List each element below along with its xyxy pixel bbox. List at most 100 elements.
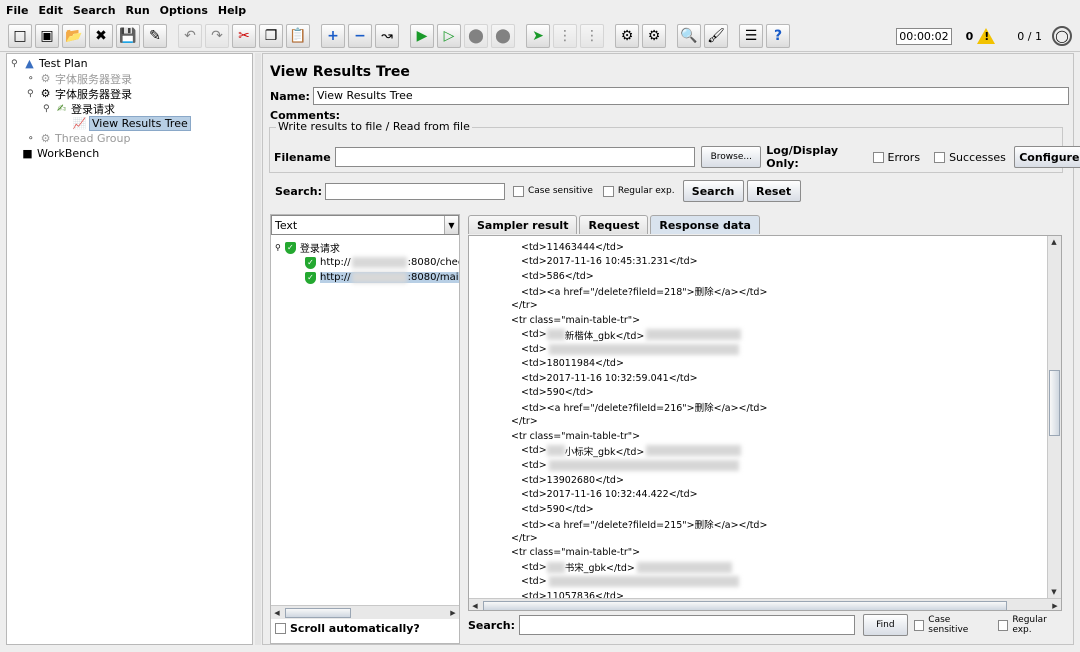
paste-icon[interactable]: 📋 xyxy=(286,23,310,48)
case-sensitive-checkbox[interactable]: Case sensitive xyxy=(512,185,593,197)
scroll-automatically-checkbox[interactable]: Scroll automatically? xyxy=(275,622,420,635)
results-hscrollbar[interactable]: ◀ ▶ xyxy=(271,605,459,619)
reset-button[interactable]: Reset xyxy=(746,180,801,202)
scroll-down-icon[interactable]: ▼ xyxy=(1048,586,1060,598)
checkbox-label: Successes xyxy=(949,150,1006,164)
browse-button[interactable]: Browse... xyxy=(701,146,762,168)
menu-file[interactable]: File xyxy=(6,4,29,17)
scroll-thumb[interactable] xyxy=(1049,370,1060,436)
renderer-select[interactable]: Text ▼ xyxy=(271,215,459,235)
response-line: <td><a href="/delete?fileId=216">删除</a><… xyxy=(521,403,768,415)
find-button[interactable]: Find xyxy=(862,614,908,636)
chevron-down-icon[interactable]: ▼ xyxy=(444,216,458,234)
search-input[interactable] xyxy=(324,182,505,200)
tree-node-workbench[interactable]: ■ WorkBench xyxy=(21,146,99,161)
configure-button[interactable]: Configure xyxy=(1013,146,1080,168)
response-line: <td> xyxy=(469,342,1047,357)
expand-toggle-icon[interactable]: ⚬ xyxy=(27,134,37,144)
help-icon[interactable]: ? xyxy=(766,23,790,48)
expand-toggle-icon[interactable]: ⚬ xyxy=(27,74,37,84)
tree-node-login-request[interactable]: ⚲ ✍ 登录请求 xyxy=(43,101,115,116)
tab-sampler-result[interactable]: Sampler result xyxy=(468,215,578,234)
scroll-thumb[interactable] xyxy=(483,600,1007,610)
tree-node-thread-group[interactable]: ⚬ ⚙ Thread Group xyxy=(27,131,130,146)
shutdown-icon[interactable]: ⬤ xyxy=(491,23,515,48)
new-icon[interactable]: □ xyxy=(8,23,32,48)
tab-response-data[interactable]: Response data xyxy=(650,215,760,234)
cut-icon[interactable]: ✂ xyxy=(232,23,256,48)
checkbox-box[interactable] xyxy=(275,623,286,634)
tree-node-label: Test Plan xyxy=(39,57,88,70)
undo-icon[interactable]: ↶ xyxy=(178,23,202,48)
save-icon[interactable]: 💾 xyxy=(116,23,140,48)
tree-node-view-results-tree[interactable]: 📈 View Results Tree xyxy=(73,116,191,131)
expand-icon[interactable]: + xyxy=(321,23,345,48)
clear-icon[interactable]: ⚙ xyxy=(615,23,639,48)
stop-icon[interactable]: ⬤ xyxy=(464,23,488,48)
menu-help[interactable]: Help xyxy=(218,4,246,17)
start-no-pauses-icon[interactable]: ▷ xyxy=(437,23,461,48)
scroll-left-icon[interactable]: ◀ xyxy=(469,600,481,611)
checkbox-box[interactable] xyxy=(602,185,614,197)
menu-edit[interactable]: Edit xyxy=(39,4,63,17)
success-shield-icon: ✓ xyxy=(305,256,316,269)
scroll-right-icon[interactable]: ▶ xyxy=(1049,600,1061,611)
sample-url-prefix: http:// xyxy=(320,257,351,268)
scroll-thumb[interactable] xyxy=(285,607,351,618)
tab-request[interactable]: Request xyxy=(579,215,649,234)
tree-node-server-disabled[interactable]: ⚬ ⚙ 字体服务器登录 xyxy=(27,71,132,86)
save-as-icon[interactable]: ✎ xyxy=(143,23,167,48)
collapse-toggle-icon[interactable]: ⚲ xyxy=(27,89,37,99)
case-sensitive-checkbox[interactable]: Case sensitive xyxy=(913,615,990,635)
response-search-input[interactable] xyxy=(518,615,855,635)
regular-exp-checkbox[interactable]: Regular exp. xyxy=(602,185,675,197)
checkbox-box[interactable] xyxy=(997,619,1009,631)
successes-checkbox[interactable]: Successes xyxy=(934,151,1006,164)
filename-input[interactable] xyxy=(334,147,696,167)
checkbox-box[interactable] xyxy=(913,619,925,631)
open-icon[interactable]: 📂 xyxy=(62,23,86,48)
response-hscrollbar[interactable]: ◀ ▶ xyxy=(469,598,1061,611)
checkbox-box[interactable] xyxy=(934,151,946,163)
regular-exp-checkbox[interactable]: Regular exp. xyxy=(997,615,1066,635)
response-data-text[interactable]: <td>11463444</td> <td>2017-11-16 10:45:31… xyxy=(468,235,1062,611)
results-splitter[interactable] xyxy=(461,214,467,644)
scroll-up-icon[interactable]: ▲ xyxy=(1048,236,1060,248)
errors-checkbox[interactable]: Errors xyxy=(872,151,920,164)
response-line: <tr class="main-table-tr"> xyxy=(511,314,641,326)
function-helper-icon[interactable]: ☰ xyxy=(739,23,763,48)
copy-icon[interactable]: ❐ xyxy=(259,23,283,48)
start-icon[interactable]: ▶ xyxy=(410,23,434,48)
sample-root[interactable]: ⚲ ✓ 登录请求 xyxy=(275,240,340,255)
collapse-toggle-icon[interactable]: ⚲ xyxy=(43,104,53,114)
main-splitter[interactable] xyxy=(255,53,261,645)
checkbox-box[interactable] xyxy=(872,151,884,163)
redo-icon[interactable]: ↷ xyxy=(205,23,229,48)
clear-all-icon[interactable]: ⚙ xyxy=(642,23,666,48)
scroll-left-icon[interactable]: ◀ xyxy=(271,607,283,619)
search-button[interactable]: Search xyxy=(682,180,744,202)
remote-shutdown-icon[interactable]: ⋮ xyxy=(580,23,604,48)
collapse-icon[interactable]: − xyxy=(348,23,372,48)
menu-options[interactable]: Options xyxy=(160,4,208,17)
close-icon[interactable]: ✖ xyxy=(89,23,113,48)
menu-search[interactable]: Search xyxy=(73,4,116,17)
tree-node-test-plan[interactable]: ⚲ ▲ Test Plan xyxy=(11,56,88,71)
sample-item-selected[interactable]: ✓ http://:8080/main.j xyxy=(305,270,459,285)
templates-icon[interactable]: ▣ xyxy=(35,23,59,48)
warning-icon[interactable] xyxy=(977,28,996,44)
remote-start-icon[interactable]: ➤ xyxy=(526,23,550,48)
toggle-icon[interactable]: ↝ xyxy=(375,23,399,48)
search-icon[interactable]: 🔍 xyxy=(677,23,701,48)
checkbox-box[interactable] xyxy=(512,185,524,197)
tree-node-server-enabled[interactable]: ⚲ ⚙ 字体服务器登录 xyxy=(27,86,132,101)
collapse-toggle-icon[interactable]: ⚲ xyxy=(11,59,21,69)
collapse-toggle-icon[interactable]: ⚲ xyxy=(275,243,281,252)
remote-stop-icon[interactable]: ⋮ xyxy=(553,23,577,48)
menu-run[interactable]: Run xyxy=(126,4,150,17)
reset-search-icon[interactable]: 🖌 xyxy=(704,23,728,48)
name-field[interactable]: View Results Tree xyxy=(312,87,1069,105)
scroll-right-icon[interactable]: ▶ xyxy=(447,607,459,619)
response-vscrollbar[interactable]: ▲ ▼ xyxy=(1047,236,1061,598)
sample-item[interactable]: ✓ http://:8080/check xyxy=(305,255,459,270)
